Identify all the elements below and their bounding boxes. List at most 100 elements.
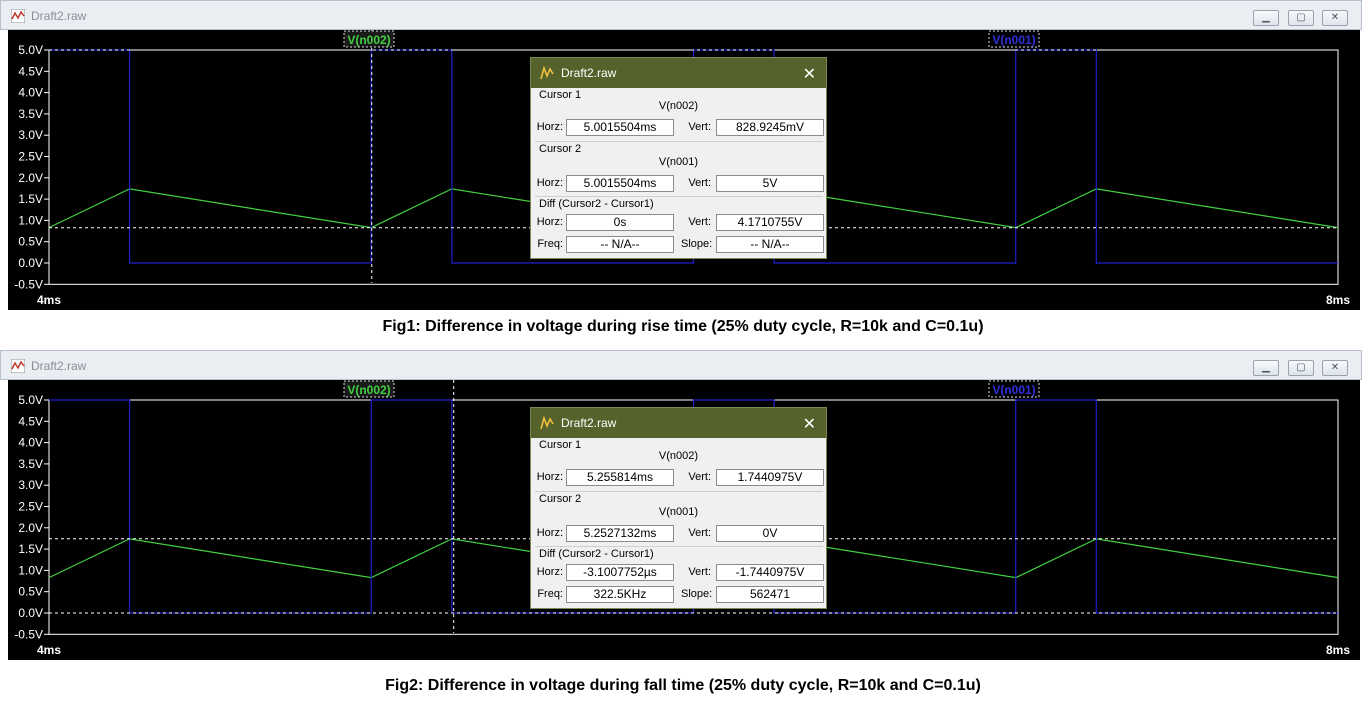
y-tick-label: 4.0V xyxy=(18,86,43,100)
y-tick-label: 0.0V xyxy=(18,606,43,620)
waveform-window-2: Draft2.raw ▁ ▢ ✕ 5.0V 4.5V 4.0V 3.5V 3.0V 2.5… xyxy=(0,350,1362,660)
diff-horz-field[interactable]: 0s xyxy=(566,214,674,231)
cursor1-trace: V(n002) xyxy=(658,100,699,112)
slope-field[interactable]: 562471 xyxy=(716,586,824,603)
y-tick-label: 4.5V xyxy=(18,414,43,428)
y-tick-label: -0.5V xyxy=(14,277,43,291)
y-tick-label: 2.0V xyxy=(18,521,43,535)
diff-section-label: Diff (Cursor2 - Cursor1) xyxy=(539,548,654,560)
dialog-titlebar[interactable]: Draft2.raw ✕ xyxy=(531,408,826,438)
cursor1-horz-label: Horz: xyxy=(536,471,563,483)
cursor2-section-label: Cursor 2 xyxy=(539,143,582,155)
close-button[interactable]: ✕ xyxy=(1322,360,1348,376)
y-tick-label: 2.0V xyxy=(18,171,43,185)
y-tick-label: 4.5V xyxy=(18,64,43,78)
dialog-title: Draft2.raw xyxy=(561,66,617,80)
y-tick-label: 3.0V xyxy=(18,478,43,492)
divider xyxy=(535,491,823,492)
diff-section-label: Diff (Cursor2 - Cursor1) xyxy=(539,198,654,210)
maximize-button[interactable]: ▢ xyxy=(1288,10,1314,26)
divider xyxy=(535,196,823,197)
dialog-title: Draft2.raw xyxy=(561,416,617,430)
y-tick-label: 4.0V xyxy=(18,436,43,450)
freq-label: Freq: xyxy=(537,588,563,600)
dialog-titlebar[interactable]: Draft2.raw ✕ xyxy=(531,58,826,88)
cursor2-vert-label: Vert: xyxy=(688,527,711,539)
y-tick-label: 3.5V xyxy=(18,457,43,471)
freq-field[interactable]: -- N/A-- xyxy=(566,236,674,253)
cursor1-vert-field[interactable]: 828.9245mV xyxy=(716,119,824,136)
slope-label: Slope: xyxy=(681,588,713,600)
dialog-app-icon xyxy=(540,415,554,430)
trace-label-green: V(n002) xyxy=(347,33,390,47)
freq-field[interactable]: 322.5KHz xyxy=(566,586,674,603)
y-tick-label: 3.5V xyxy=(18,107,43,121)
minimize-button[interactable]: ▁ xyxy=(1253,10,1279,26)
cursor-dialog[interactable]: Draft2.raw ✕ Cursor 1 V(n002) Horz: 5.25… xyxy=(530,407,827,609)
diff-horz-label: Horz: xyxy=(536,216,563,228)
window-title: Draft2.raw xyxy=(31,359,87,373)
cursor1-trace: V(n002) xyxy=(658,450,699,462)
cursor2-horz-label: Horz: xyxy=(536,177,563,189)
cursor2-horz-field[interactable]: 5.0015504ms xyxy=(566,175,674,192)
cursor2-vert-field[interactable]: 0V xyxy=(716,525,824,542)
diff-vert-label: Vert: xyxy=(688,566,711,578)
y-tick-label: 1.0V xyxy=(18,563,43,577)
trace-label-blue: V(n001) xyxy=(992,33,1035,47)
y-tick-label: 3.0V xyxy=(18,128,43,142)
x-tick-label: 4ms xyxy=(37,643,61,657)
dialog-close-icon[interactable]: ✕ xyxy=(803,64,816,84)
y-tick-label: 2.5V xyxy=(18,500,43,514)
dialog-app-icon xyxy=(540,65,554,80)
diff-horz-field[interactable]: -3.1007752µs xyxy=(566,564,674,581)
slope-field[interactable]: -- N/A-- xyxy=(716,236,824,253)
cursor2-section-label: Cursor 2 xyxy=(539,493,582,505)
cursor2-trace: V(n001) xyxy=(658,156,699,168)
cursor2-vert-label: Vert: xyxy=(688,177,711,189)
slope-label: Slope: xyxy=(681,238,713,250)
waveform-window-1: Draft2.raw ▁ ▢ ✕ 5.0V 4.5V 4.0V 3.5V 3.0V 2.5… xyxy=(0,0,1362,310)
cursor-dialog[interactable]: Draft2.raw ✕ Cursor 1 V(n002) Horz: 5.00… xyxy=(530,57,827,259)
y-tick-label: 2.5V xyxy=(18,150,43,164)
window-titlebar[interactable]: Draft2.raw ▁ ▢ ✕ xyxy=(0,0,1362,30)
diff-vert-field[interactable]: -1.7440975V xyxy=(716,564,824,581)
minimize-button[interactable]: ▁ xyxy=(1253,360,1279,376)
cursor1-vert-label: Vert: xyxy=(688,471,711,483)
maximize-button[interactable]: ▢ xyxy=(1288,360,1314,376)
figure-caption: Fig2: Difference in voltage during fall … xyxy=(385,677,981,694)
window-titlebar[interactable]: Draft2.raw ▁ ▢ ✕ xyxy=(0,350,1362,380)
cursor2-horz-label: Horz: xyxy=(536,527,563,539)
y-tick-label: 5.0V xyxy=(18,43,43,57)
cursor1-vert-label: Vert: xyxy=(688,121,711,133)
y-tick-label: -0.5V xyxy=(14,627,43,641)
window-title: Draft2.raw xyxy=(31,9,87,23)
y-tick-label: 5.0V xyxy=(18,393,43,407)
y-tick-label: 1.5V xyxy=(18,542,43,556)
y-tick-label: 1.0V xyxy=(18,213,43,227)
waveform-app-icon xyxy=(11,359,25,373)
trace-label-green: V(n002) xyxy=(347,383,390,397)
diff-vert-field[interactable]: 4.1710755V xyxy=(716,214,824,231)
cursor1-horz-field[interactable]: 5.255814ms xyxy=(566,469,674,486)
close-button[interactable]: ✕ xyxy=(1322,10,1348,26)
waveform-app-icon xyxy=(11,9,25,23)
y-tick-label: 0.5V xyxy=(18,585,43,599)
cursor2-horz-field[interactable]: 5.2527132ms xyxy=(566,525,674,542)
diff-vert-label: Vert: xyxy=(688,216,711,228)
cursor2-trace: V(n001) xyxy=(658,506,699,518)
figure-caption: Fig1: Difference in voltage during rise … xyxy=(382,318,984,335)
cursor1-horz-field[interactable]: 5.0015504ms xyxy=(566,119,674,136)
x-tick-label: 8ms xyxy=(1326,293,1350,307)
x-tick-label: 4ms xyxy=(37,293,61,307)
y-tick-label: 1.5V xyxy=(18,192,43,206)
cursor1-horz-label: Horz: xyxy=(536,121,563,133)
divider xyxy=(535,141,823,142)
cursor2-vert-field[interactable]: 5V xyxy=(716,175,824,192)
y-tick-label: 0.5V xyxy=(18,235,43,249)
dialog-close-icon[interactable]: ✕ xyxy=(803,414,816,434)
x-tick-label: 8ms xyxy=(1326,643,1350,657)
diff-horz-label: Horz: xyxy=(536,566,563,578)
cursor1-vert-field[interactable]: 1.7440975V xyxy=(716,469,824,486)
freq-label: Freq: xyxy=(537,238,563,250)
divider xyxy=(535,546,823,547)
